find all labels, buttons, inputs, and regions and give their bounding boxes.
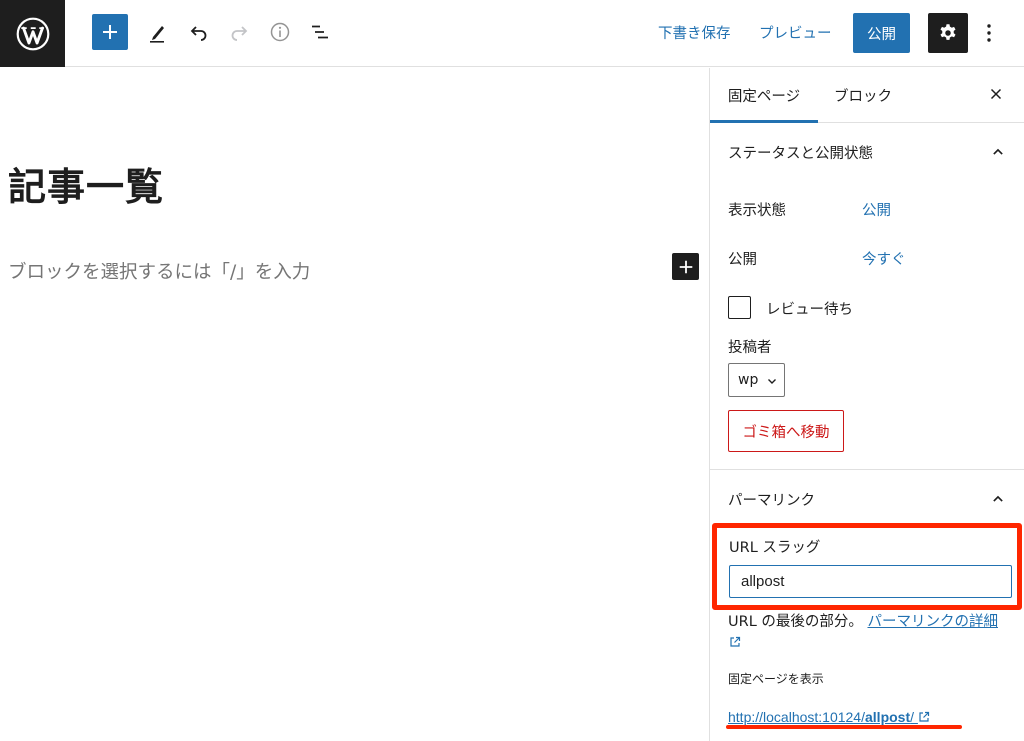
redo-button[interactable] — [221, 14, 257, 50]
status-panel-title: ステータスと公開状態 — [728, 145, 873, 162]
author-select-value: wp — [738, 372, 759, 388]
permalink-url-link[interactable]: http://localhost:10124/allpost/ — [728, 709, 930, 725]
details-button[interactable] — [262, 14, 298, 50]
undo-icon — [190, 26, 207, 41]
permalink-panel-toggle[interactable]: パーマリンク — [710, 472, 1024, 526]
wordpress-logo-icon[interactable] — [0, 0, 65, 67]
publish-date-toggle[interactable]: 今すぐ — [862, 248, 906, 269]
preview-button[interactable]: プレビュー — [759, 22, 832, 43]
block-appender-placeholder[interactable]: ブロックを選択するには「/」を入力 — [8, 258, 310, 284]
permalink-url-prefix: http://localhost:10124/ — [728, 709, 865, 725]
slug-help-text: URL の最後の部分。 パーマリンクの詳細 — [728, 610, 998, 631]
list-view-icon — [312, 25, 328, 39]
panel-divider — [710, 469, 1024, 470]
pending-review-label[interactable]: レビュー待ち — [766, 298, 853, 319]
page-title[interactable]: 記事一覧 — [8, 156, 164, 211]
move-to-trash-button[interactable]: ゴミ箱へ移動 — [728, 410, 844, 452]
settings-sidebar: 固定ページ ブロック ステータスと公開状態 表示状態 公開 公開 今すぐ レビュ… — [709, 68, 1024, 741]
add-block-button[interactable] — [92, 14, 128, 50]
list-view-button[interactable] — [302, 14, 338, 50]
sidebar-tabs: 固定ページ ブロック — [710, 68, 1024, 123]
wordpress-logo-icon — [16, 17, 49, 50]
permalink-docs-link[interactable]: パーマリンクの詳細 — [867, 614, 998, 630]
chevron-up-icon — [993, 148, 1003, 155]
url-slug-label: URL スラッグ — [729, 540, 821, 556]
plus-icon — [103, 25, 117, 39]
more-vertical-icon — [987, 24, 991, 42]
settings-button[interactable] — [928, 13, 968, 53]
publish-date-label: 公開 — [728, 252, 757, 268]
slug-help-description: URL の最後の部分。 — [728, 614, 863, 630]
gear-icon — [940, 24, 956, 40]
chevron-up-icon — [993, 495, 1003, 502]
status-panel-toggle[interactable]: ステータスと公開状態 — [710, 125, 1024, 179]
redo-icon — [231, 26, 248, 41]
view-page-label: 固定ページを表示 — [728, 672, 824, 686]
options-button[interactable] — [978, 20, 1000, 46]
pencil-icon — [150, 26, 164, 43]
chevron-down-icon — [768, 379, 776, 384]
save-draft-button[interactable]: 下書き保存 — [658, 22, 731, 43]
external-link-icon — [919, 711, 930, 722]
close-sidebar-button[interactable] — [984, 82, 1008, 106]
author-select[interactable]: wp — [728, 363, 785, 397]
tools-button[interactable] — [139, 14, 175, 50]
tab-block[interactable]: ブロック — [834, 68, 892, 123]
url-slug-input[interactable] — [729, 565, 1012, 598]
permalink-url-slug: allpost — [865, 709, 911, 725]
publish-button[interactable]: 公開 — [853, 13, 910, 53]
visibility-label: 表示状態 — [728, 203, 786, 219]
pending-review-checkbox[interactable] — [728, 296, 751, 319]
permalink-url-suffix: / — [910, 709, 915, 725]
inline-add-block-button[interactable] — [672, 253, 699, 280]
tab-page[interactable]: 固定ページ — [710, 68, 818, 123]
author-label: 投稿者 — [728, 340, 772, 356]
permalink-panel-title: パーマリンク — [728, 492, 815, 509]
plus-icon — [679, 260, 692, 273]
info-icon — [270, 22, 290, 42]
external-link-icon — [730, 636, 741, 647]
annotation-underline — [726, 725, 962, 729]
undo-button[interactable] — [181, 14, 217, 50]
editor-canvas: 記事一覧 ブロックを選択するには「/」を入力 — [0, 68, 709, 741]
visibility-toggle[interactable]: 公開 — [862, 199, 891, 220]
editor-header: 下書き保存 プレビュー 公開 — [0, 0, 1024, 67]
close-icon — [990, 88, 1002, 100]
